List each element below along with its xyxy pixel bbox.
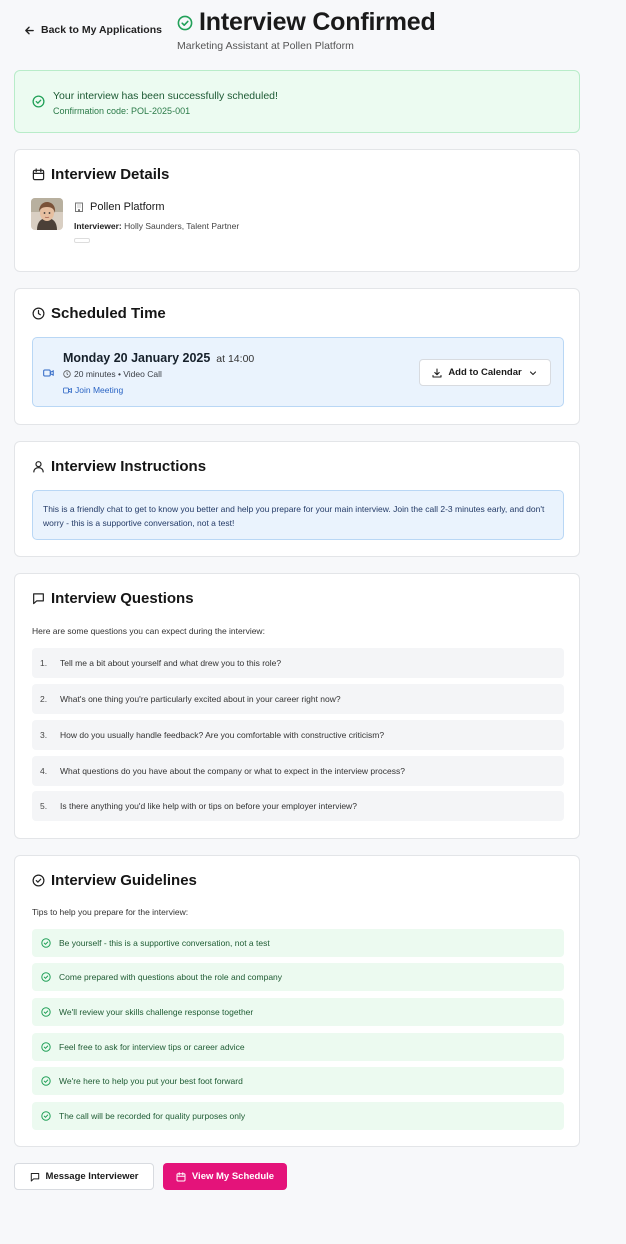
arrow-left-icon: [25, 26, 34, 34]
chevron-down-icon: [529, 370, 536, 375]
video-camera-icon: [63, 387, 72, 393]
company-name: Pollen Platform: [90, 201, 165, 213]
interview-date: Monday 20 January 2025: [63, 351, 211, 365]
guideline-item: Be yourself - this is a supportive conve…: [32, 929, 564, 957]
download-icon: [432, 367, 442, 378]
clock-icon: [32, 307, 45, 320]
success-message: Your interview has been successfully sch…: [53, 90, 278, 102]
duration-meta: 20 minutes • Video Call: [63, 369, 162, 379]
guideline-item: We're here to help you put your best foo…: [32, 1067, 564, 1095]
join-meeting-link[interactable]: Join Meeting: [63, 385, 123, 395]
message-square-icon: [33, 593, 44, 605]
avatar: [31, 198, 63, 230]
guideline-item: Feel free to ask for interview tips or c…: [32, 1033, 564, 1061]
question-item: 4. What questions do you have about the c…: [32, 756, 564, 786]
guideline-item: Come prepared with questions about the r…: [32, 963, 564, 991]
success-banner: Your interview has been successfully sch…: [14, 70, 580, 133]
guideline-item: We'll review your skills challenge respo…: [32, 998, 564, 1026]
date-row: Monday 20 January 2025 at 14:00: [63, 351, 254, 365]
interviewer-info: Interviewer: Holly Saunders, Talent Part…: [74, 221, 239, 231]
check-circle-icon: [41, 1111, 51, 1121]
check-circle-icon: [41, 972, 51, 982]
scheduled-time-box: Monday 20 January 2025 at 14:00 20 minut…: [32, 337, 564, 407]
clock-icon: [63, 370, 71, 378]
check-circle-icon: [41, 1076, 51, 1086]
view-schedule-button[interactable]: View My Schedule: [163, 1163, 287, 1190]
question-item: 3. How do you usually handle feedback? Ar…: [32, 720, 564, 750]
question-item: 2. What's one thing you're particularly e…: [32, 684, 564, 714]
check-circle-icon: [32, 95, 45, 108]
interviewer-name: Holly Saunders, Talent Partner: [124, 221, 240, 231]
guideline-item: The call will be recorded for quality pu…: [32, 1102, 564, 1130]
empty-badge: [74, 238, 90, 243]
building-icon: [75, 202, 83, 212]
back-to-applications-link[interactable]: Back to My Applications: [24, 24, 162, 36]
calendar-icon: [176, 1171, 186, 1181]
check-circle-icon: [41, 1007, 51, 1017]
calendar-icon: [32, 168, 45, 181]
interview-questions-card: Interview Questions Here are some questi…: [14, 573, 580, 839]
scheduled-time-card: Scheduled Time Monday 20 January 2025 at…: [14, 288, 580, 425]
title-block: Interview Confirmed Marketing Assistant …: [177, 8, 436, 52]
confirmation-code: Confirmation code: POL-2025-001: [53, 106, 191, 116]
card-title: Interview Details: [32, 166, 169, 183]
add-to-calendar-button[interactable]: Add to Calendar: [419, 359, 551, 386]
page-title: Interview Confirmed: [199, 8, 436, 36]
user-icon: [33, 461, 44, 473]
check-circle-icon: [32, 874, 45, 887]
video-camera-icon: [43, 369, 54, 377]
interview-time: at 14:00: [216, 353, 255, 365]
card-title: Interview Guidelines: [32, 872, 197, 889]
guidelines-lead: Tips to help you prepare for the intervi…: [32, 907, 189, 917]
question-item: 1. Tell me a bit about yourself and what …: [32, 648, 564, 678]
company-row: Pollen Platform: [74, 201, 165, 213]
questions-lead: Here are some questions you can expect d…: [32, 626, 265, 636]
page-subtitle: Marketing Assistant at Pollen Platform: [177, 40, 354, 52]
interview-guidelines-card: Interview Guidelines Tips to help you pr…: [14, 855, 580, 1147]
back-link-label: Back to My Applications: [41, 24, 162, 36]
interviewer-label: Interviewer:: [74, 221, 122, 231]
card-title: Scheduled Time: [32, 305, 166, 322]
check-circle-icon: [41, 938, 51, 948]
interview-instructions-card: Interview Instructions This is a friendl…: [14, 441, 580, 557]
interview-details-card: Interview Details Pollen Platform Interv…: [14, 149, 580, 272]
instructions-text: This is a friendly chat to get to know y…: [32, 490, 564, 540]
message-interviewer-button[interactable]: Message Interviewer: [14, 1163, 154, 1190]
card-title: Interview Instructions: [32, 458, 206, 475]
check-circle-icon: [41, 1042, 51, 1052]
page-header: Back to My Applications Interview Confir…: [0, 0, 626, 60]
message-square-icon: [30, 1172, 39, 1181]
card-title: Interview Questions: [32, 590, 194, 607]
question-item: 5. Is there anything you'd like help with…: [32, 791, 564, 821]
check-circle-icon: [177, 15, 193, 30]
